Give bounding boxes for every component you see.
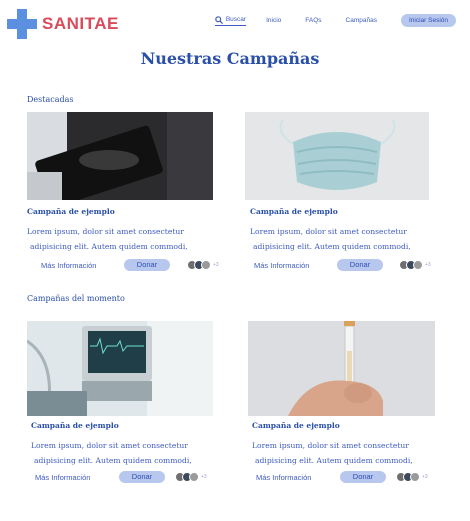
campaign-card: Campaña de ejemplo Lorem ipsum, dolor si… [27, 321, 217, 485]
campaign-title[interactable]: Campaña de ejemplo [27, 207, 217, 216]
donate-button[interactable]: Donar [119, 471, 165, 483]
search-link[interactable]: Buscar [214, 15, 247, 26]
more-info-link[interactable]: Más Información [254, 261, 309, 270]
campaign-image-syringe[interactable] [248, 321, 435, 416]
supporter-avatars: +3 [175, 472, 207, 482]
donate-button[interactable]: Donar [124, 259, 170, 271]
search-icon [215, 15, 223, 24]
login-button[interactable]: Iniciar Sesión [400, 14, 456, 27]
campaign-image-monitor[interactable] [27, 321, 213, 416]
campaign-description: Lorem ipsum, dolor sit amet consectetur … [252, 441, 413, 465]
avatar [189, 472, 199, 482]
campaign-description: Lorem ipsum, dolor sit amet consectetur … [250, 227, 411, 251]
campaign-card: Campaña de ejemplo Lorem ipsum, dolor si… [245, 112, 435, 273]
avatar [410, 472, 420, 482]
more-info-link[interactable]: Más Información [35, 473, 90, 482]
supporters-count: +3 [213, 262, 219, 268]
avatar [201, 260, 211, 270]
nav-link-faqs[interactable]: FAQs [305, 17, 321, 24]
campaign-description: Lorem ipsum, dolor sit amet consectetur … [31, 441, 192, 465]
supporters-count: +3 [425, 262, 431, 268]
cross-logo-icon [7, 9, 37, 39]
supporters-count: +3 [422, 474, 428, 480]
supporter-avatars: +3 [396, 472, 428, 482]
top-nav: Buscar Inicio FAQs Campañas Iniciar Sesi… [214, 14, 456, 27]
campaign-image-mask[interactable] [245, 112, 429, 200]
more-info-link[interactable]: Más Información [41, 261, 96, 270]
avatar [413, 260, 423, 270]
donate-button[interactable]: Donar [340, 471, 386, 483]
supporter-avatars: +3 [399, 260, 431, 270]
nav-link-campanas[interactable]: Campañas [346, 17, 377, 24]
logo[interactable]: SANITAE [7, 9, 119, 39]
campaign-title[interactable]: Campaña de ejemplo [252, 421, 438, 430]
campaign-title[interactable]: Campaña de ejemplo [250, 207, 435, 216]
brand-name: SANITAE [42, 14, 119, 33]
campaign-description: Lorem ipsum, dolor sit amet consectetur … [27, 227, 188, 251]
campaign-card: Campaña de ejemplo Lorem ipsum, dolor si… [248, 321, 438, 485]
campaign-card: Campaña de ejemplo Lorem ipsum, dolor si… [27, 112, 219, 273]
search-label: Buscar [225, 16, 247, 23]
section-title-destacadas: Destacadas [27, 95, 74, 104]
page-title: Nuestras Campañas [140, 49, 320, 68]
more-info-link[interactable]: Más Información [256, 473, 311, 482]
donate-button[interactable]: Donar [337, 259, 383, 271]
campaign-image-tablet[interactable] [27, 112, 213, 200]
campaign-title[interactable]: Campaña de ejemplo [31, 421, 217, 430]
supporters-count: +3 [201, 474, 207, 480]
section-title-momento: Campañas del momento [27, 294, 125, 303]
supporter-avatars: +3 [187, 260, 219, 270]
nav-link-inicio[interactable]: Inicio [266, 17, 281, 24]
